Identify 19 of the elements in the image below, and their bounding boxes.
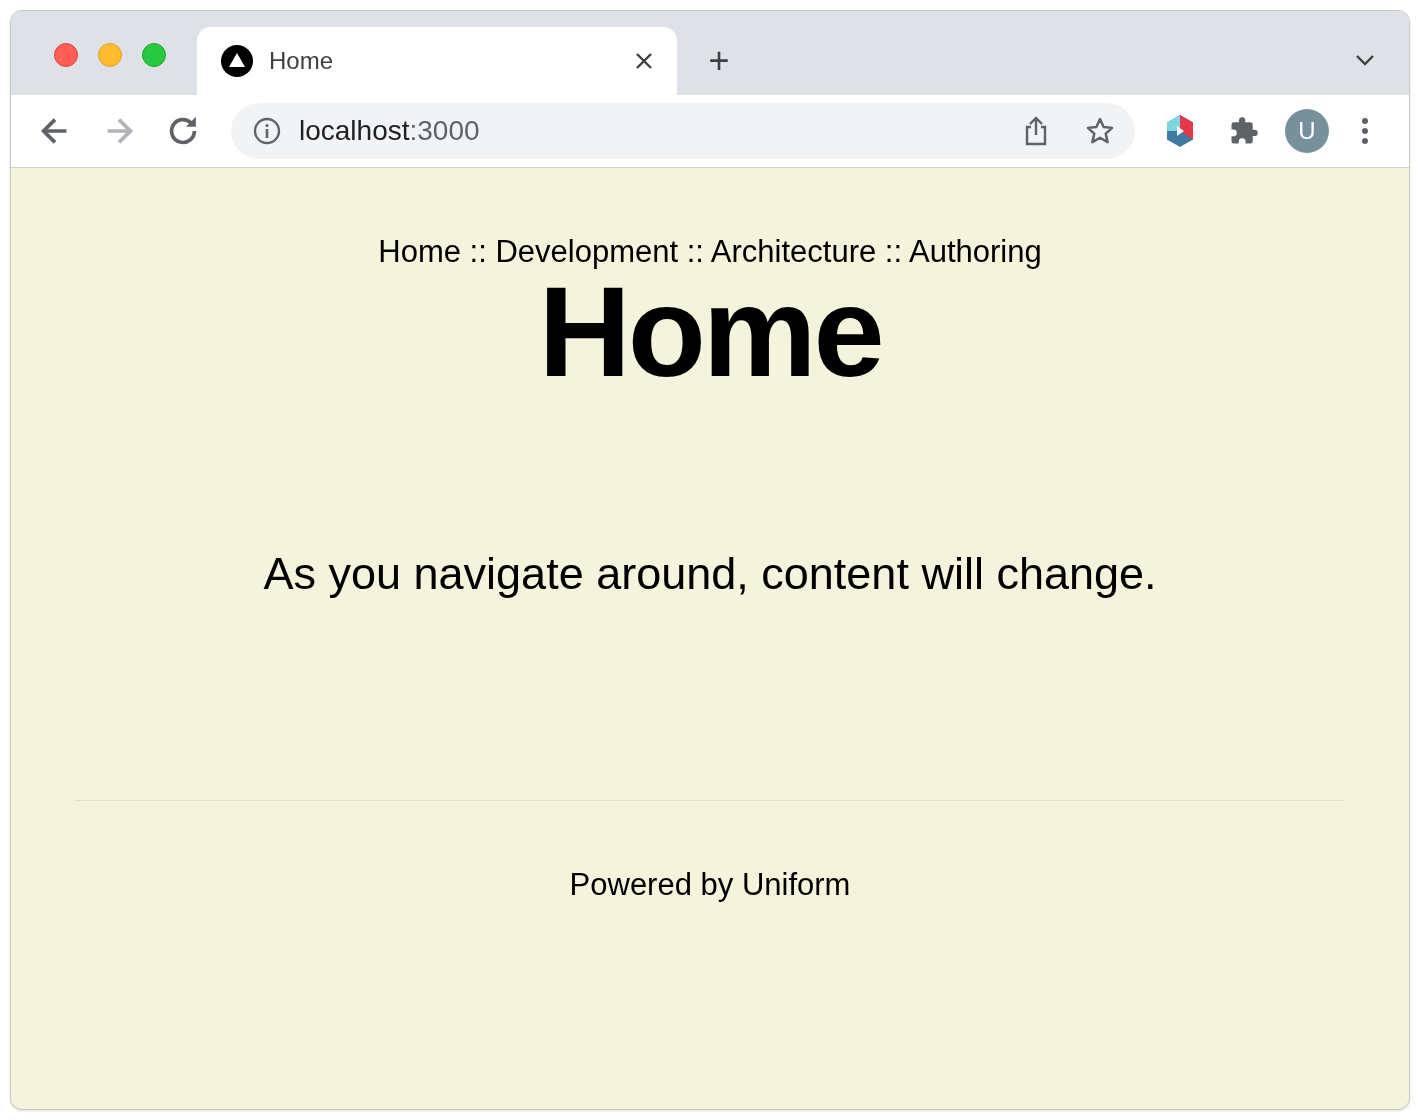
extension-logo-icon[interactable] [1165,114,1195,148]
new-tab-button[interactable]: + [699,41,739,81]
close-window-icon[interactable] [54,43,78,67]
browser-tab[interactable]: Home [197,27,677,95]
menu-icon[interactable] [1361,117,1369,145]
triangle-logo-icon [221,45,253,77]
address-bar[interactable]: localhost:3000 [231,103,1135,159]
tab-list-icon[interactable] [1355,53,1375,67]
share-icon[interactable] [1023,115,1049,147]
message-text: As you navigate around, content will change. [263,547,1157,601]
info-icon[interactable] [253,117,281,145]
close-icon[interactable] [635,52,653,70]
footer-text: Powered by Uniform [569,866,851,904]
extensions-icon[interactable] [1229,116,1259,146]
url-text: localhost:3000 [299,114,480,148]
star-icon[interactable] [1085,116,1115,146]
tab-title: Home [269,46,334,76]
page-heading: Home [538,272,882,392]
breadcrumb: Home :: Development :: Architecture :: Authoring [378,233,1042,271]
